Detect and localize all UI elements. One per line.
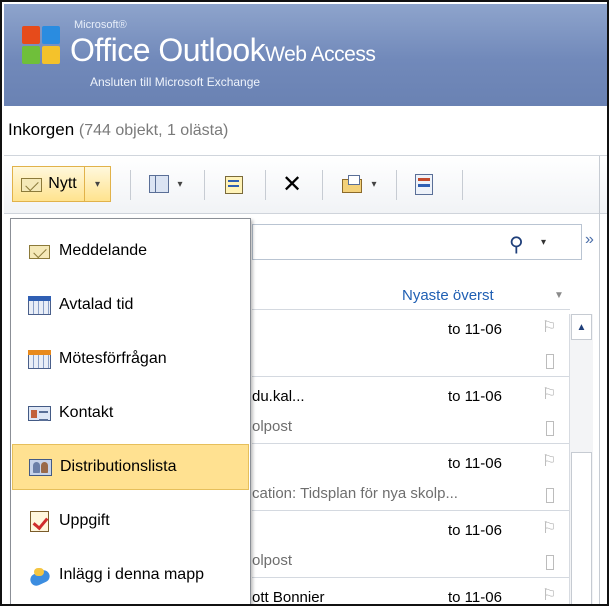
message-row[interactable]: du.kal... to 11-06 ⚐ olpost [252, 378, 570, 444]
toolbar: Nytt ▾ ▾ ✕ ▾ [4, 156, 607, 214]
distribution-list-icon [29, 456, 53, 478]
flag-icon[interactable]: ⚐ [542, 585, 556, 604]
menu-item-label: Kontakt [59, 404, 114, 421]
toolbar-separator [265, 170, 266, 200]
menu-item-meeting-request[interactable]: Mötesförfrågan [12, 336, 249, 382]
view-dropdown-arrow: ▾ [177, 178, 183, 190]
menu-item-distribution-list[interactable]: Distributionslista [12, 444, 249, 490]
mark-button[interactable] [214, 166, 254, 202]
message-row[interactable]: to 11-06 ⚐ [252, 311, 570, 377]
move-dropdown-arrow: ▾ [371, 178, 377, 190]
message-row[interactable]: to 11-06 ⚐ cation: Tidsplan för nya skol… [252, 445, 570, 511]
message-date: to 11-06 [448, 321, 502, 338]
sort-order-link[interactable]: Nyaste överst [402, 287, 494, 304]
delete-button[interactable]: ✕ [272, 166, 312, 202]
search-options-arrow[interactable]: ▾ [541, 237, 546, 248]
owa-window: Microsoft® Office OutlookWeb Access Ansl… [0, 0, 609, 606]
menu-item-label: Meddelande [59, 242, 148, 259]
flag-icon[interactable]: ⚐ [542, 518, 556, 538]
message-date: to 11-06 [448, 522, 502, 539]
meeting-request-icon [28, 348, 52, 370]
menu-item-message[interactable]: Meddelande [12, 228, 249, 274]
folder-name: Inkorgen [8, 120, 75, 139]
menu-item-label: Inlägg i denna mapp [59, 566, 204, 583]
office-logo-icon [22, 26, 64, 66]
new-button[interactable]: Nytt ▾ [12, 166, 111, 202]
message-list-scrollbar[interactable]: ▲ [569, 314, 593, 604]
menu-item-appointment[interactable]: Avtalad tid [12, 282, 249, 328]
connection-status: Ansluten till Microsoft Exchange [90, 75, 261, 89]
menu-item-label: Mötesförfrågan [59, 350, 167, 367]
expand-search-icon[interactable]: » [585, 231, 594, 249]
toolbar-separator [462, 170, 463, 200]
message-subject: olpost [252, 552, 293, 569]
toolbar-separator [322, 170, 323, 200]
post-icon [28, 564, 52, 586]
menu-item-label: Distributionslista [60, 458, 177, 475]
message-date: to 11-06 [448, 388, 502, 405]
flag-icon[interactable]: ⚐ [542, 451, 556, 471]
delete-icon: ✕ [281, 170, 303, 198]
scroll-up-button[interactable]: ▲ [571, 314, 592, 340]
appointment-icon [28, 294, 52, 316]
new-dropdown-arrow[interactable]: ▾ [84, 167, 110, 201]
new-button-label: Nytt [48, 175, 77, 192]
message-subject: olpost [252, 418, 293, 435]
search-icon[interactable]: ⚲ [509, 232, 524, 257]
note-icon [222, 173, 246, 195]
menu-item-post[interactable]: Inlägg i denna mapp [12, 552, 249, 598]
menu-item-label: Avtalad tid [59, 296, 134, 313]
app-header: Microsoft® Office OutlookWeb Access Ansl… [4, 4, 607, 106]
reading-pane-icon [147, 173, 171, 195]
sort-arrow-icon[interactable]: ▼ [554, 290, 564, 301]
move-button[interactable]: ▾ [332, 166, 386, 202]
toolbar-separator [204, 170, 205, 200]
message-row[interactable]: Lisclott Bonnier to 11-06 ⚐ [222, 579, 570, 606]
toolbar-separator [130, 170, 131, 200]
menu-item-label: Uppgift [59, 512, 110, 529]
move-to-folder-icon [341, 173, 365, 195]
category-box[interactable] [546, 354, 554, 369]
message-sender: du.kal... [252, 388, 305, 405]
list-header: Nyaste överst ▼ [252, 280, 570, 310]
view-button[interactable]: ▾ [140, 166, 190, 202]
print-button[interactable] [404, 166, 444, 202]
brand-title-suffix: Web Access [265, 43, 376, 66]
brand-title: Office OutlookWeb Access [70, 32, 376, 69]
message-subject: cation: Tidsplan för nya skolp... [252, 485, 458, 502]
brand-microsoft: Microsoft® [74, 19, 127, 31]
message-row[interactable]: to 11-06 ⚐ olpost [252, 512, 570, 578]
toolbar-separator [396, 170, 397, 200]
message-icon [28, 240, 52, 262]
new-item-menu: Meddelande Avtalad tid Mötesförfrågan Ko… [10, 218, 251, 604]
brand-title-main: Office Outlook [70, 32, 266, 68]
category-box[interactable] [546, 421, 554, 436]
menu-item-contact[interactable]: Kontakt [12, 390, 249, 436]
task-icon [28, 510, 52, 532]
folder-title-bar: Inkorgen (744 objekt, 1 olästa) [4, 106, 607, 156]
menu-item-task[interactable]: Uppgift [12, 498, 249, 544]
new-message-icon [20, 173, 44, 195]
flag-icon[interactable]: ⚐ [542, 384, 556, 404]
scroll-thumb[interactable] [571, 452, 592, 604]
category-box[interactable] [546, 555, 554, 570]
options-icon [412, 173, 436, 195]
contact-icon [28, 402, 52, 424]
item-count: (744 objekt, 1 olästa) [78, 122, 229, 139]
reading-pane-divider [599, 156, 600, 604]
page-title: Inkorgen (744 objekt, 1 olästa) [8, 120, 228, 140]
search-box[interactable]: ⚲ ▾ [252, 224, 582, 260]
message-date: to 11-06 [448, 455, 502, 472]
category-box[interactable] [546, 488, 554, 503]
message-date: to 11-06 [448, 589, 502, 606]
flag-icon[interactable]: ⚐ [542, 317, 556, 337]
